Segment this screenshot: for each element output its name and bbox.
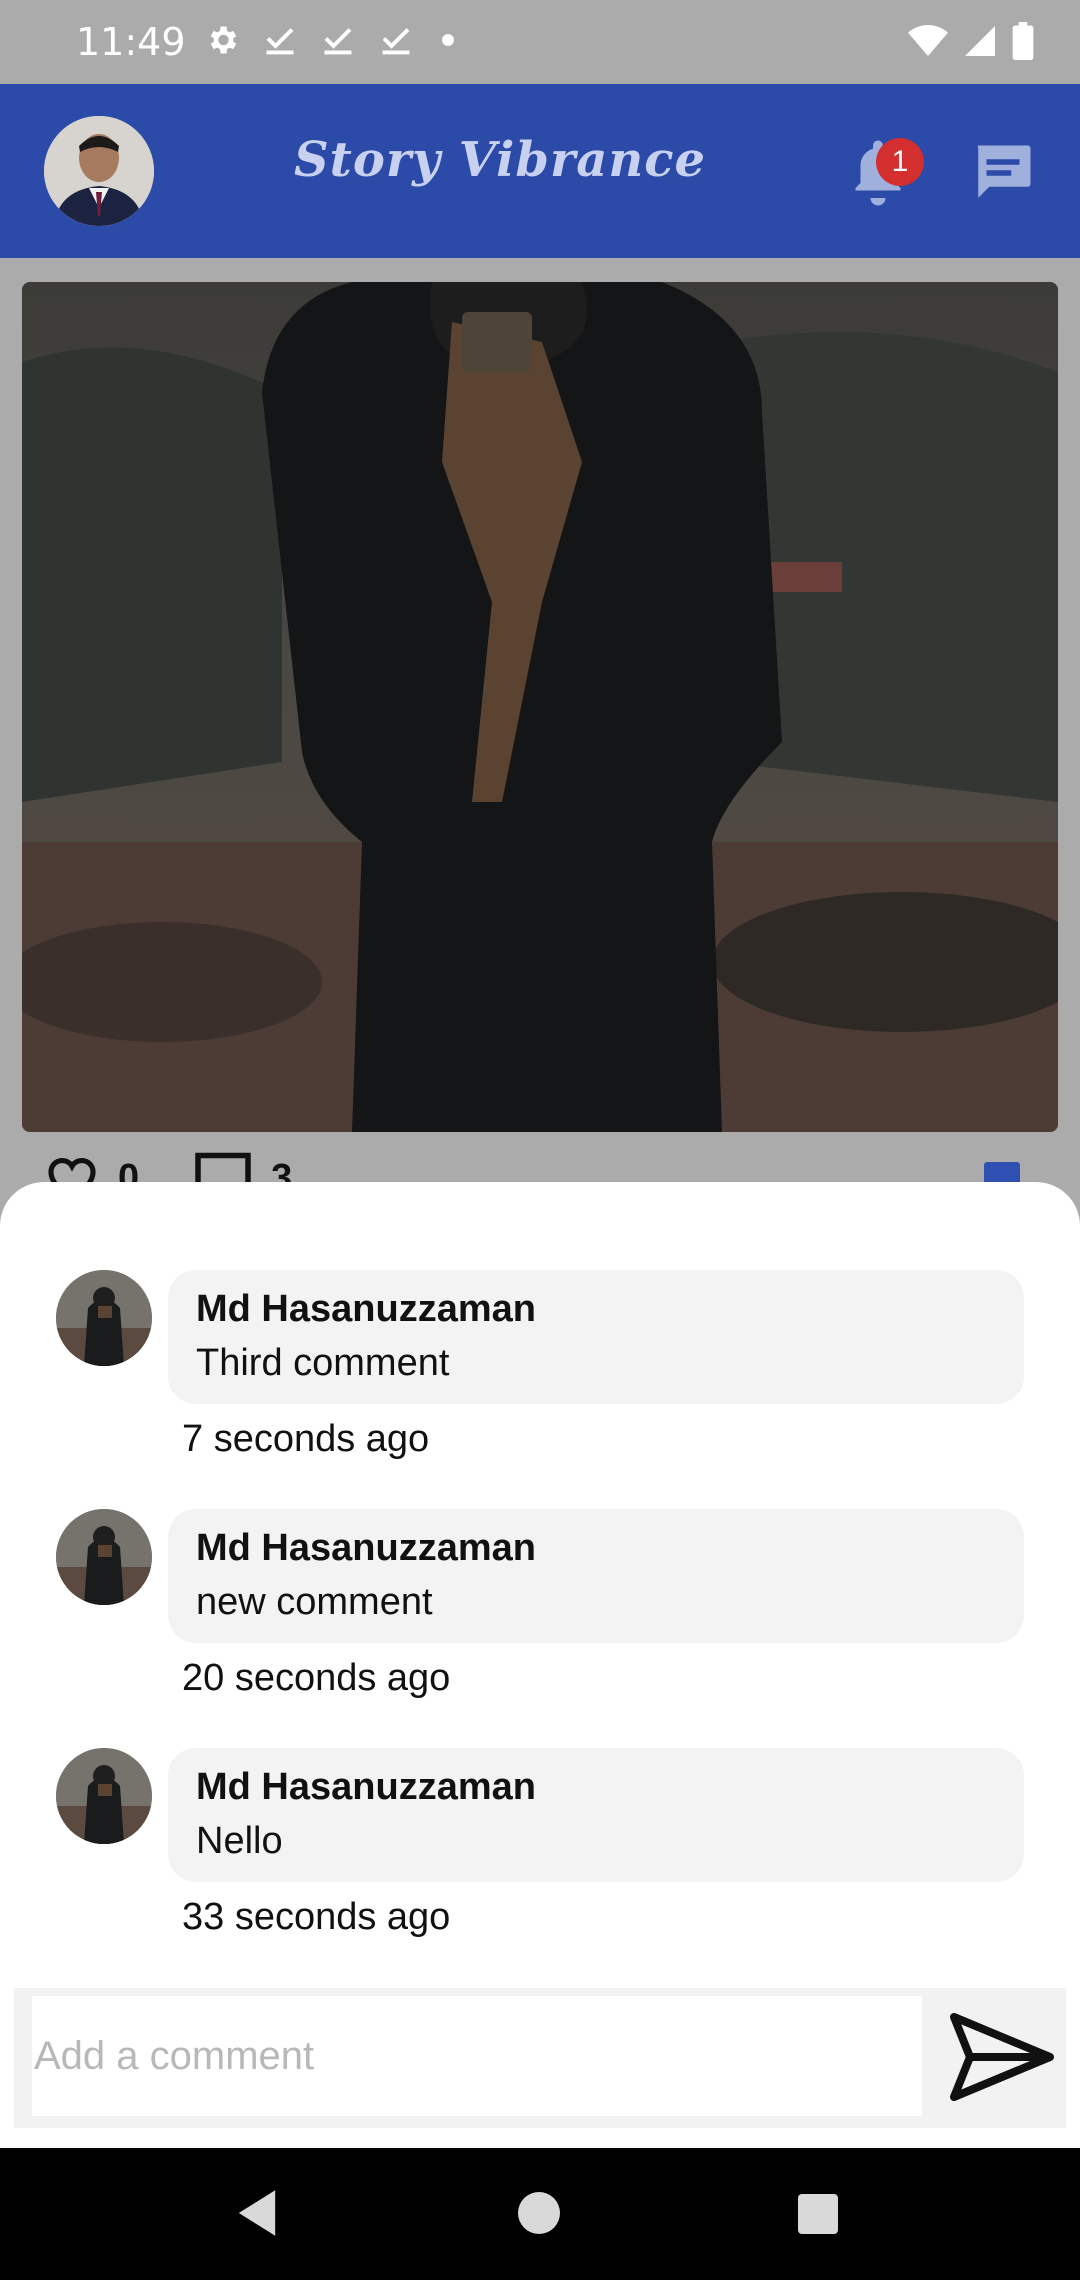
status-system-icons [908, 22, 1034, 60]
comment-timestamp: 33 seconds ago [182, 1896, 451, 1938]
wifi-icon [908, 25, 948, 56]
comment-author[interactable]: Md Hasanuzzaman [196, 1527, 536, 1570]
comment-input[interactable] [32, 1996, 922, 2116]
profile-avatar[interactable] [44, 116, 154, 226]
comment-bubble: Md Hasanuzzaman Nello [168, 1748, 1024, 1882]
check-download-icon [382, 28, 410, 55]
check-download-icon [266, 28, 294, 55]
comment-author[interactable]: Md Hasanuzzaman [196, 1766, 536, 1809]
status-bar: 11:49 [0, 0, 1080, 84]
avatar-image [56, 1509, 152, 1605]
home-icon[interactable] [518, 2192, 560, 2234]
check-download-icon [324, 28, 352, 55]
feed: 0 3 [0, 258, 1080, 1212]
post-image[interactable] [22, 282, 1058, 1132]
signal-icon [965, 26, 995, 56]
status-time: 11:49 [76, 20, 186, 64]
back-icon[interactable] [234, 2188, 280, 2238]
gear-icon [210, 26, 237, 54]
comment-text: new comment [196, 1581, 433, 1623]
recents-icon[interactable] [798, 2194, 838, 2234]
commenter-avatar[interactable] [56, 1748, 152, 1844]
app-title: Story Vibrance [294, 132, 706, 188]
notification-badge: 1 [876, 138, 924, 186]
comment-timestamp: 7 seconds ago [182, 1418, 430, 1460]
chat-icon[interactable] [970, 140, 1036, 206]
comment-author[interactable]: Md Hasanuzzaman [196, 1288, 536, 1331]
comment-text: Nello [196, 1820, 283, 1862]
system-nav-bar [0, 2148, 1080, 2280]
post-photo-illustration [22, 282, 1058, 1132]
avatar-image [56, 1270, 152, 1366]
comment-timestamp: 20 seconds ago [182, 1657, 451, 1699]
commenter-avatar[interactable] [56, 1509, 152, 1605]
comment-text: Third comment [196, 1342, 450, 1384]
comment-bubble: Md Hasanuzzaman Third comment [168, 1270, 1024, 1404]
battery-icon [1012, 22, 1034, 60]
dot-icon [442, 34, 454, 46]
profile-avatar-image [44, 116, 154, 226]
comment-bubble: Md Hasanuzzaman new comment [168, 1509, 1024, 1643]
app-bar: Story Vibrance 1 [0, 84, 1080, 258]
commenter-avatar[interactable] [56, 1270, 152, 1366]
avatar-image [56, 1748, 152, 1844]
send-icon[interactable] [950, 2012, 1054, 2102]
status-notification-icons [204, 22, 460, 58]
